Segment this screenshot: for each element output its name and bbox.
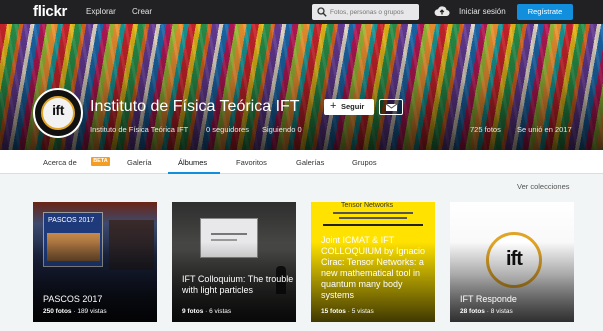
tab-favorites[interactable]: Favoritos [236, 158, 267, 167]
album-stats: 9 fotos · 6 vistas [182, 308, 232, 315]
album-views: 8 vistas [490, 308, 513, 315]
album-card[interactable]: PASCOS 2017 PASCOS 2017 250 fotos · 189 … [33, 202, 157, 322]
album-photos: 28 fotos [460, 308, 485, 315]
plus-icon: + [330, 100, 337, 112]
tab-about[interactable]: Acerca de [43, 158, 77, 167]
album-card[interactable]: IFT Colloquium: The trouble with light p… [172, 202, 296, 322]
search-box[interactable] [312, 4, 419, 20]
nav-explore[interactable]: Explorar [86, 7, 116, 16]
album-photos: 9 fotos [182, 308, 204, 315]
album-title: IFT Responde [460, 294, 517, 304]
upload-cloud-icon[interactable] [434, 4, 450, 18]
search-input[interactable] [330, 6, 416, 18]
view-collections-link[interactable]: Ver colecciones [517, 182, 570, 191]
album-stats: 28 fotos · 8 vistas [460, 308, 513, 315]
message-button[interactable] [379, 99, 403, 115]
album-title: PASCOS 2017 [43, 294, 103, 304]
album-title: Joint ICMAT & IFT COLLOQUIUM by Ignacio … [321, 235, 426, 300]
mail-icon [386, 104, 397, 111]
tab-groups[interactable]: Grupos [352, 158, 377, 167]
avatar[interactable]: ift [33, 88, 83, 138]
poster-line [339, 217, 407, 219]
nav-create[interactable]: Crear [132, 7, 152, 16]
joined-date: Se unió en 2017 [517, 125, 572, 134]
album-stats: 250 fotos · 189 vistas [43, 308, 107, 315]
album-views: 6 vistas [209, 308, 232, 315]
active-tab-indicator [168, 172, 220, 174]
slide-line [211, 233, 247, 235]
profile-username: Instituto de Física Teórica IFT [90, 125, 189, 134]
album-title: IFT Colloquium: The trouble with light p… [182, 274, 294, 295]
poster-heading: Tensor Networks [341, 202, 394, 209]
album-photos: 15 fotos [321, 308, 346, 315]
screen-text: PASCOS 2017 [48, 217, 95, 224]
profile-name: Instituto de Física Teórica IFT [90, 98, 300, 115]
beta-badge: BETA [91, 157, 110, 166]
register-button[interactable]: Regístrate [517, 4, 573, 20]
poster-line [333, 212, 413, 214]
slide-line [211, 239, 237, 241]
login-link[interactable]: Iniciar sesión [459, 7, 506, 16]
tab-gallery[interactable]: Galería [127, 158, 152, 167]
tab-albums[interactable]: Álbumes [178, 158, 207, 167]
album-views: 189 vistas [77, 308, 107, 315]
following-count[interactable]: Siguiendo 0 [262, 125, 302, 134]
album-card[interactable]: ift IFT Responde 28 fotos · 8 vistas [450, 202, 574, 322]
album-photos: 250 fotos [43, 308, 72, 315]
follow-button[interactable]: + Seguir [324, 99, 374, 115]
profile-tabs: Acerca de BETA Galería Álbumes Favoritos… [0, 150, 603, 174]
poster-line [323, 224, 423, 226]
search-icon [317, 7, 327, 17]
album-card[interactable]: Tensor Networks Joint ICMAT & IFT COLLOQ… [311, 202, 435, 322]
album-views: 5 vistas [351, 308, 374, 315]
top-navigation-bar: flickr Explorar Crear Iniciar sesión Reg… [0, 0, 603, 24]
album-stats: 15 fotos · 5 vistas [321, 308, 374, 315]
tab-galleries[interactable]: Galerías [296, 158, 324, 167]
avatar-logo-text: ift [52, 102, 64, 118]
follow-label: Seguir [341, 102, 365, 111]
flickr-logo[interactable]: flickr [33, 3, 67, 20]
photos-count: 725 fotos [470, 125, 501, 134]
followers-count[interactable]: 0 seguidores [206, 125, 249, 134]
